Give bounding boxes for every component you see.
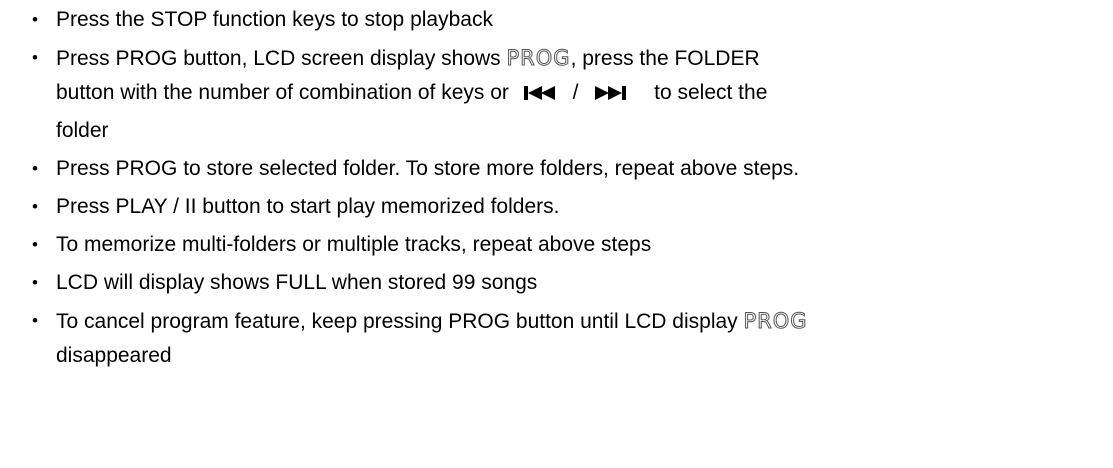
lcd-prog-indicator: PROG [506,46,571,71]
instruction-text: To cancel program feature, keep pressing… [56,310,744,333]
slash-separator: / [572,81,579,104]
instruction-text: Press PLAY / II button to start play mem… [56,195,560,218]
instruction-text: Press PROG to store selected folder. To … [56,157,800,180]
previous-track-icon [523,80,559,114]
instruction-text: to select the [654,81,768,104]
instruction-item: • Press PROG button, LCD screen display … [0,41,1113,148]
next-track-icon [592,80,628,114]
instruction-text: , press the FOLDER [570,47,760,70]
instruction-line: button with the number of combination of… [56,76,1113,114]
instruction-item: • To cancel program feature, keep pressi… [0,304,1113,373]
bullet-icon: • [32,10,38,29]
lcd-prog-indicator: PROG [743,309,808,334]
instruction-item: • LCD will display shows FULL when store… [0,266,1113,300]
bullet-icon: • [32,48,38,67]
bullet-icon: • [32,197,38,216]
instruction-text: Press the STOP function keys to stop pla… [56,8,493,31]
instruction-item: • Press PLAY / II button to start play m… [0,190,1113,224]
instruction-line: Press PROG button, LCD screen display sh… [56,41,1113,76]
manual-page: • Press the STOP function keys to stop p… [0,0,1113,468]
instruction-item: • Press the STOP function keys to stop p… [0,3,1113,37]
instruction-text: To memorize multi-folders or multiple tr… [56,233,652,256]
bullet-icon: • [32,235,38,254]
instruction-line: To cancel program feature, keep pressing… [56,304,1113,339]
instruction-text: disappeared [56,344,172,367]
bullet-icon: • [32,311,38,330]
instruction-text: LCD will display shows FULL when stored … [56,271,538,294]
instruction-text: button with the number of combination of… [56,81,509,104]
bullet-icon: • [32,159,38,178]
instruction-list: • Press the STOP function keys to stop p… [0,3,1113,377]
instruction-line: folder [56,114,1113,148]
bullet-icon: • [32,273,38,292]
instruction-text: folder [56,119,109,142]
instruction-item: • Press PROG to store selected folder. T… [0,152,1113,186]
instruction-item: • To memorize multi-folders or multiple … [0,228,1113,262]
instruction-text: Press PROG button, LCD screen display sh… [56,47,507,70]
instruction-line: disappeared [56,339,1113,373]
